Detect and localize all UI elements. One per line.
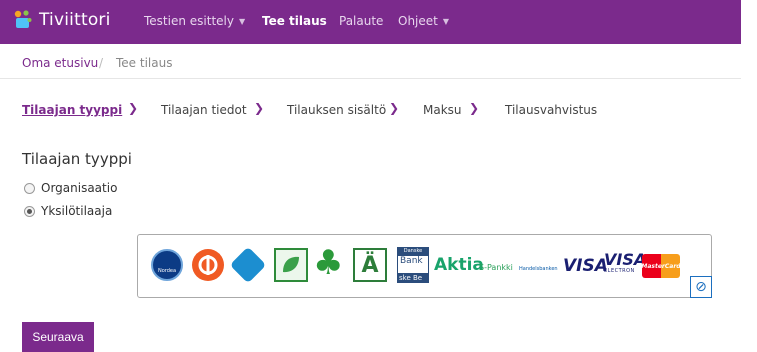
nav-palaute[interactable]: Palaute [339,14,383,28]
step-arrow-icon: ❯ [469,101,480,115]
caret-down-icon: ▼ [238,17,246,26]
nordea-logo-text: Nordea [157,268,177,274]
op-logo-icon [192,249,224,281]
step-maksu: Maksu [423,103,462,117]
next-button[interactable]: Seuraava [22,322,94,352]
step-arrow-icon: ❯ [389,101,400,115]
visa-electron-bottom: ELECTRON [604,268,635,274]
breadcrumb: Oma etusivu / Tee tilaus [0,46,741,79]
visa-logo: VISA [563,256,608,276]
handelsbanken-logo: Handelsbanken [519,266,558,272]
tiviittori-logo-icon [14,10,32,28]
nav-testien-esittely[interactable]: Testien esittely ▼ [144,14,245,28]
radio-organisaatio[interactable] [24,182,35,194]
saastopankki-clover-icon: ♣ [313,243,344,283]
danske-bank-logo-icon: Danske Bank ske Be [397,247,429,283]
alandsbanken-logo-icon: Ä [353,248,387,282]
option-label: Yksilötilaaja [41,204,113,218]
saastopankki-logo-icon [229,246,267,284]
s-pankki-logo: S-Pankki [479,263,513,272]
nav-label: Palaute [339,14,384,28]
nav-label: Testien esittely [144,14,234,28]
caret-down-icon: ▼ [442,17,450,26]
step-tilaajan-tyyppi: Tilaajan tyyppi [22,103,123,117]
step-tilaajan-tiedot: Tilaajan tiedot [161,103,247,117]
option-organisaatio[interactable]: Organisaatio [24,181,117,195]
option-yksilotilaaja[interactable]: Yksilötilaaja [24,204,112,218]
leaf-icon [283,256,299,273]
danske-bot-text: ske Be [397,274,429,283]
payment-provider-icon: ⊘ [690,276,712,298]
step-arrow-icon: ❯ [128,101,139,115]
danske-top-text: Danske [397,247,429,255]
step-tilausvahvistus: Tilausvahvistus [505,103,598,117]
top-navbar: Tiviittori Testien esittely ▼ Tee tilaus … [0,0,741,44]
nav-tee-tilaus[interactable]: Tee tilaus [262,14,327,28]
visa-electron-top: VISA [604,250,647,269]
mastercard-logo: MasterCard [641,254,681,278]
section-title: Tilaajan tyyppi [22,150,132,168]
pop-pankki-logo-icon [274,248,308,282]
breadcrumb-current: Tee tilaus [116,56,173,70]
aktia-logo: Aktia [434,255,484,275]
breadcrumb-separator: / [99,56,104,70]
nordea-logo-icon: Nordea [151,249,183,281]
radio-yksilotilaaja[interactable] [24,205,35,217]
mastercard-text: MasterCard [641,262,681,270]
nav-label: Ohjeet [398,14,438,28]
breadcrumb-home-link[interactable]: Oma etusivu [22,56,98,70]
bank-logos-panel: Nordea ♣ Ä Danske Bank ske Be Aktia S-Pa… [137,234,712,298]
op-symbol-icon [198,255,218,275]
step-tilauksen-sisalto: Tilauksen sisältö [287,103,387,117]
danske-mid-text: Bank [397,255,429,274]
brand-name: Tiviittori [39,10,111,30]
brand[interactable]: Tiviittori [11,9,111,31]
nav-label: Tee tilaus [262,14,327,28]
step-arrow-icon: ❯ [254,101,265,115]
option-label: Organisaatio [41,181,118,195]
nav-ohjeet[interactable]: Ohjeet ▼ [398,14,449,28]
visa-electron-logo: VISA ELECTRON [604,250,647,275]
